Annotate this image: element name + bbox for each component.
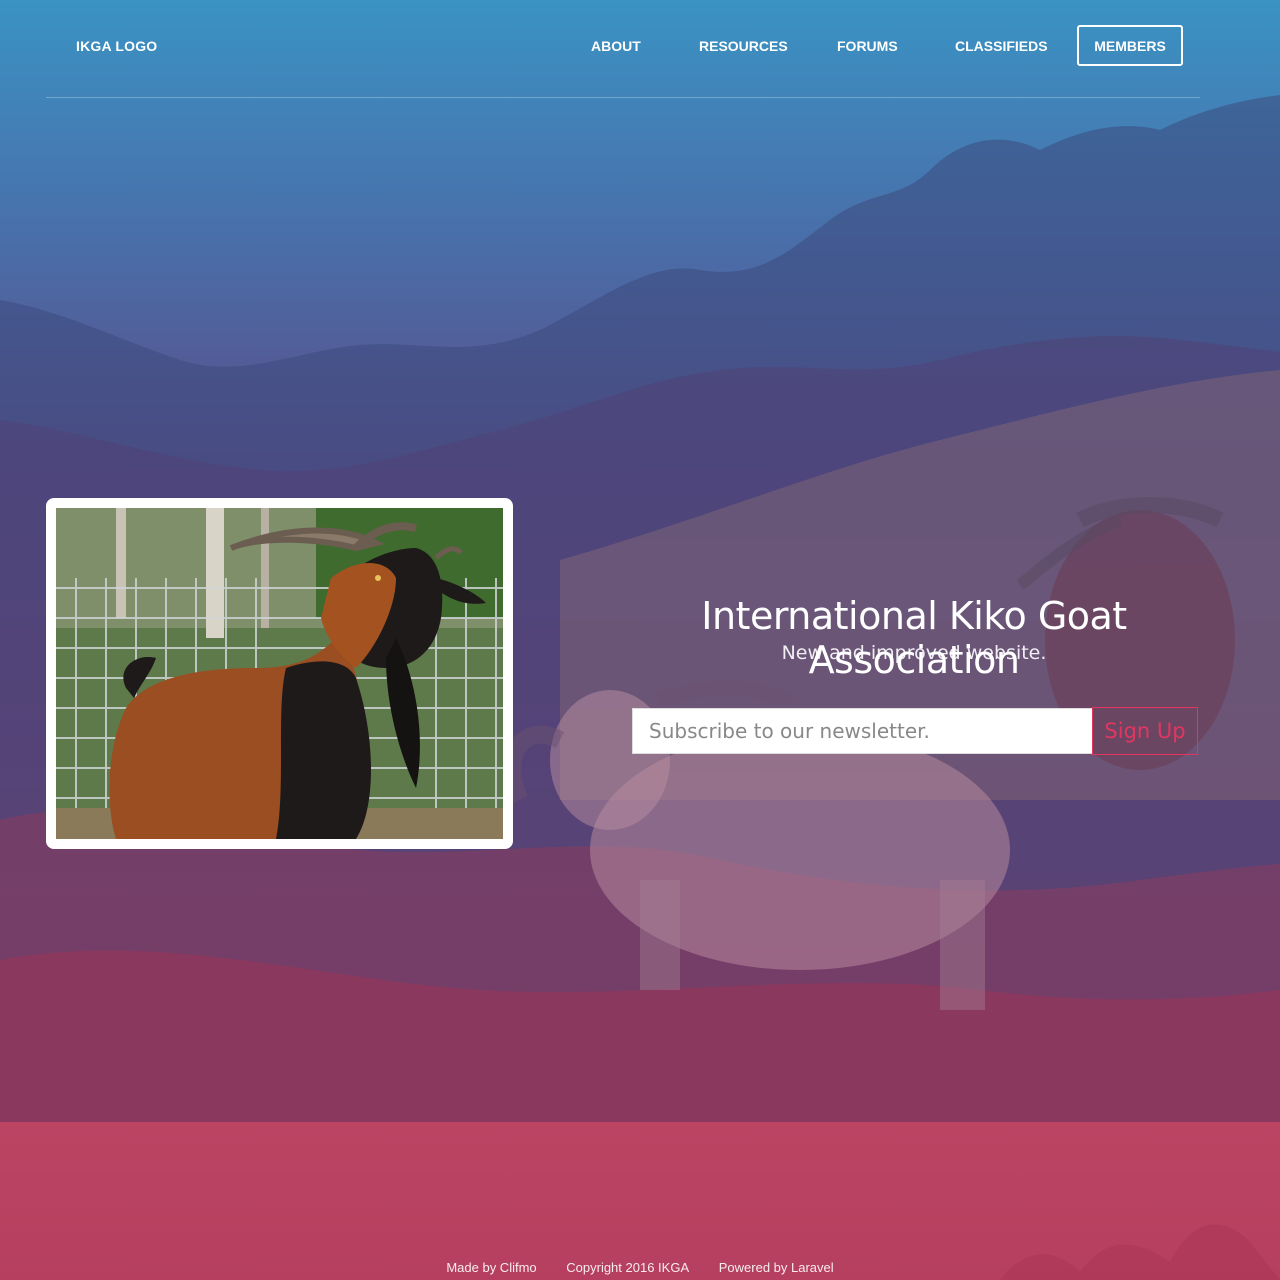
site-logo[interactable]: IKGA LOGO bbox=[76, 38, 157, 54]
footer-brush-decoration bbox=[1000, 1224, 1280, 1280]
kiko-goat-photo bbox=[56, 508, 503, 839]
hero-title: International Kiko Goat Association bbox=[701, 594, 1127, 682]
top-navbar: IKGA LOGO ABOUT RESOURCES FORUMS CLASSIF… bbox=[46, 0, 1200, 98]
hero-subtitle: New and improved website. bbox=[781, 642, 1047, 664]
goat-photo-card bbox=[46, 498, 513, 849]
footer-made-by: Made by Clifmo bbox=[446, 1260, 537, 1275]
nav-link-classifieds[interactable]: CLASSIFIEDS bbox=[955, 38, 1048, 54]
newsletter-email-input[interactable] bbox=[632, 708, 1092, 754]
footer-band bbox=[0, 1122, 1280, 1280]
signup-button[interactable]: Sign Up bbox=[1092, 707, 1198, 755]
footer-credits: Made by Clifmo Copyright 2016 IKGA Power… bbox=[0, 1260, 1280, 1275]
nav-link-resources[interactable]: RESOURCES bbox=[699, 38, 788, 54]
nav-link-about[interactable]: ABOUT bbox=[591, 38, 641, 54]
footer-copyright: Copyright 2016 IKGA bbox=[566, 1260, 690, 1275]
footer-powered-by: Powered by Laravel bbox=[718, 1260, 834, 1275]
members-button[interactable]: MEMBERS bbox=[1077, 25, 1183, 66]
nav-link-forums[interactable]: FORUMS bbox=[837, 38, 898, 54]
